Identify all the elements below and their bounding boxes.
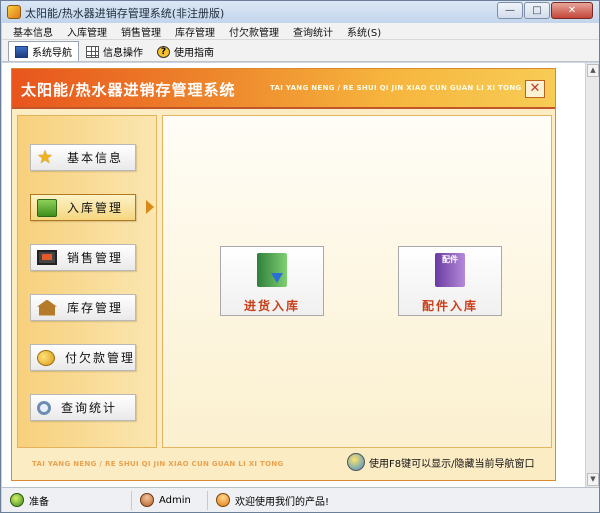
navigation-tip: 使用F8键可以显示/隐藏当前导航窗口 [347, 453, 534, 471]
sidebar: ★ 基本信息 入库管理 销售管理 库存管理 付欠款管理 查询统计 [17, 115, 157, 448]
tab-guide-label: 使用指南 [174, 48, 214, 59]
coins-icon [37, 349, 55, 366]
sidebar-item-payments[interactable]: 付欠款管理 [30, 344, 136, 371]
parts-icon: 配件 [435, 253, 465, 287]
sidebar-item-sales[interactable]: 销售管理 [30, 244, 136, 271]
window-controls: — □ ✕ [497, 2, 593, 19]
sidebar-item-basic-info[interactable]: ★ 基本信息 [30, 144, 136, 171]
star-icon: ★ [37, 146, 54, 168]
panel-title: 太阳能/热水器进销存管理系统 [21, 81, 236, 99]
stock-in-parts-button[interactable]: 配件 配件入库 [398, 246, 502, 316]
sidebar-item-label: 入库管理 [67, 201, 124, 215]
maximize-button[interactable]: □ [524, 2, 550, 19]
grid-icon [86, 45, 99, 58]
active-arrow-icon [146, 200, 154, 214]
tab-guide[interactable]: ? 使用指南 [150, 41, 221, 61]
scroll-up-icon[interactable]: ▲ [587, 64, 599, 77]
sidebar-item-label: 付欠款管理 [65, 351, 136, 365]
menu-stock-in[interactable]: 入库管理 [60, 24, 114, 39]
menu-query-stats[interactable]: 查询统计 [286, 24, 340, 39]
status-welcome: 欢迎使用我们的产品! [208, 491, 599, 510]
app-icon [7, 5, 21, 19]
menu-sales[interactable]: 销售管理 [114, 24, 168, 39]
sidebar-item-label: 销售管理 [67, 251, 124, 265]
user-icon [140, 493, 154, 507]
footer-pinyin: TAI YANG NENG / RE SHUI QI JIN XIAO CUN … [32, 460, 284, 468]
sidebar-item-label: 基本信息 [67, 151, 124, 165]
function-area: 进货入库 配件 配件入库 [162, 115, 552, 448]
panel-banner: 太阳能/热水器进销存管理系统 TAI YANG NENG / RE SHUI Q… [12, 69, 555, 109]
app-window: 太阳能/热水器进销存管理系统(非注册版) — □ ✕ 基本信息 入库管理 销售管… [0, 0, 600, 513]
menu-payments[interactable]: 付欠款管理 [222, 24, 286, 39]
magnifier-icon [37, 400, 51, 415]
stock-in-goods-button[interactable]: 进货入库 [220, 246, 324, 316]
menu-system[interactable]: 系统(S) [340, 24, 388, 39]
sidebar-item-query-stats[interactable]: 查询统计 [30, 394, 136, 421]
panel-pinyin: TAI YANG NENG / RE SHUI QI JIN XIAO CUN … [270, 84, 522, 92]
house-icon [37, 299, 57, 316]
function-label: 进货入库 [243, 299, 300, 313]
person-icon [216, 493, 230, 507]
menu-bar: 基本信息 入库管理 销售管理 库存管理 付欠款管理 查询统计 系统(S) [2, 23, 599, 40]
status-welcome-text: 欢迎使用我们的产品! [235, 496, 330, 508]
vertical-scrollbar[interactable]: ▲ ▼ [585, 63, 599, 487]
menu-basic-info[interactable]: 基本信息 [6, 24, 60, 39]
tip-text: 使用F8键可以显示/隐藏当前导航窗口 [369, 458, 535, 470]
status-ready-text: 准备 [29, 496, 49, 508]
status-bar: 准备 Admin 欢迎使用我们的产品! [2, 487, 599, 512]
panel-close-button[interactable]: ✕ [525, 80, 545, 98]
function-label: 配件入库 [421, 299, 478, 313]
window-title: 太阳能/热水器进销存管理系统(非注册版) [25, 7, 225, 20]
main-content: 太阳能/热水器进销存管理系统 TAI YANG NENG / RE SHUI Q… [2, 63, 585, 487]
scroll-down-icon[interactable]: ▼ [587, 473, 599, 486]
status-ready: 准备 [2, 490, 132, 510]
tab-info-ops[interactable]: 信息操作 [79, 41, 150, 61]
title-bar[interactable]: 太阳能/热水器进销存管理系统(非注册版) — □ ✕ [1, 1, 599, 23]
sidebar-item-label: 库存管理 [67, 301, 124, 315]
sidebar-item-inventory[interactable]: 库存管理 [30, 294, 136, 321]
nav-panel: 太阳能/热水器进销存管理系统 TAI YANG NENG / RE SHUI Q… [11, 68, 556, 481]
monitor-icon [37, 250, 57, 265]
sidebar-item-stock-in[interactable]: 入库管理 [30, 194, 136, 221]
status-user: Admin [132, 490, 208, 510]
close-window-button[interactable]: ✕ [551, 2, 593, 19]
minimize-button[interactable]: — [497, 2, 523, 19]
ready-icon [10, 493, 24, 507]
tip-icon [347, 453, 365, 471]
sidebar-item-label: 查询统计 [61, 401, 118, 415]
nav-icon [15, 45, 28, 58]
tab-system-nav[interactable]: 系统导航 [8, 41, 79, 61]
tab-system-nav-label: 系统导航 [32, 48, 72, 59]
toolbar: 系统导航 信息操作 ? 使用指南 [2, 40, 599, 62]
menu-inventory[interactable]: 库存管理 [168, 24, 222, 39]
home-icon [37, 198, 57, 217]
status-user-text: Admin [159, 494, 191, 506]
help-icon: ? [157, 45, 170, 58]
folder-download-icon [257, 253, 287, 287]
tab-info-ops-label: 信息操作 [103, 48, 143, 59]
